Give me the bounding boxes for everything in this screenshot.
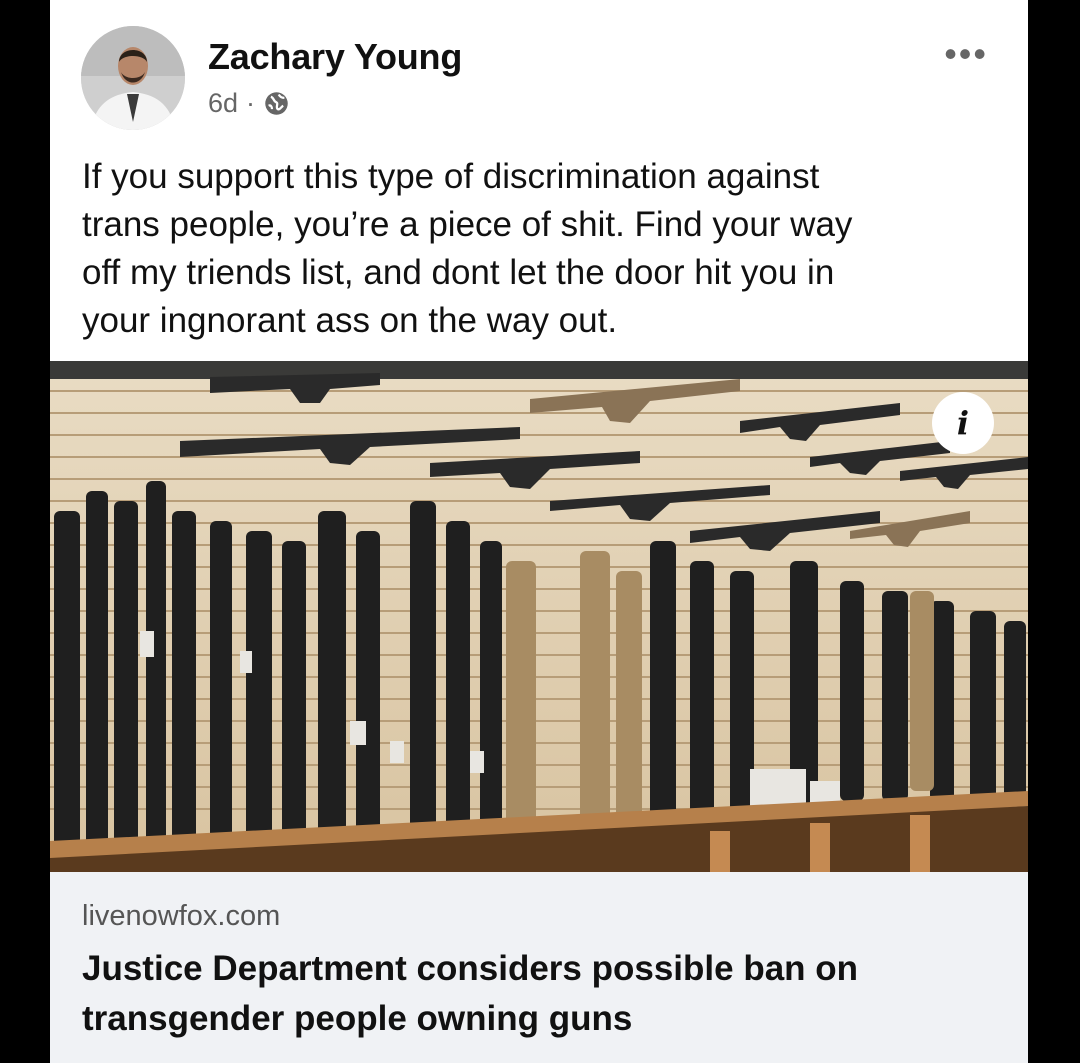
avatar-image (81, 26, 185, 130)
info-icon[interactable]: i (932, 392, 994, 454)
globe-icon[interactable] (263, 90, 290, 117)
link-headline[interactable]: Justice Department considers possible ba… (82, 944, 1002, 1044)
avatar[interactable] (81, 26, 185, 130)
post-timestamp[interactable]: 6d (208, 88, 238, 119)
link-preview[interactable]: livenowfox.com Justice Department consid… (50, 872, 1028, 1063)
author-name[interactable]: Zachary Young (208, 36, 462, 78)
link-domain: livenowfox.com (82, 900, 281, 932)
post-card: Zachary Young 6d · ••• If you support th… (50, 0, 1028, 1063)
link-preview-image[interactable] (50, 361, 1028, 872)
gun-rack-photo (50, 361, 1028, 872)
post-meta: 6d · (208, 88, 290, 119)
post-text: If you support this type of discriminati… (82, 157, 853, 340)
meta-separator: · (246, 88, 256, 118)
more-options-button[interactable]: ••• (944, 36, 988, 72)
